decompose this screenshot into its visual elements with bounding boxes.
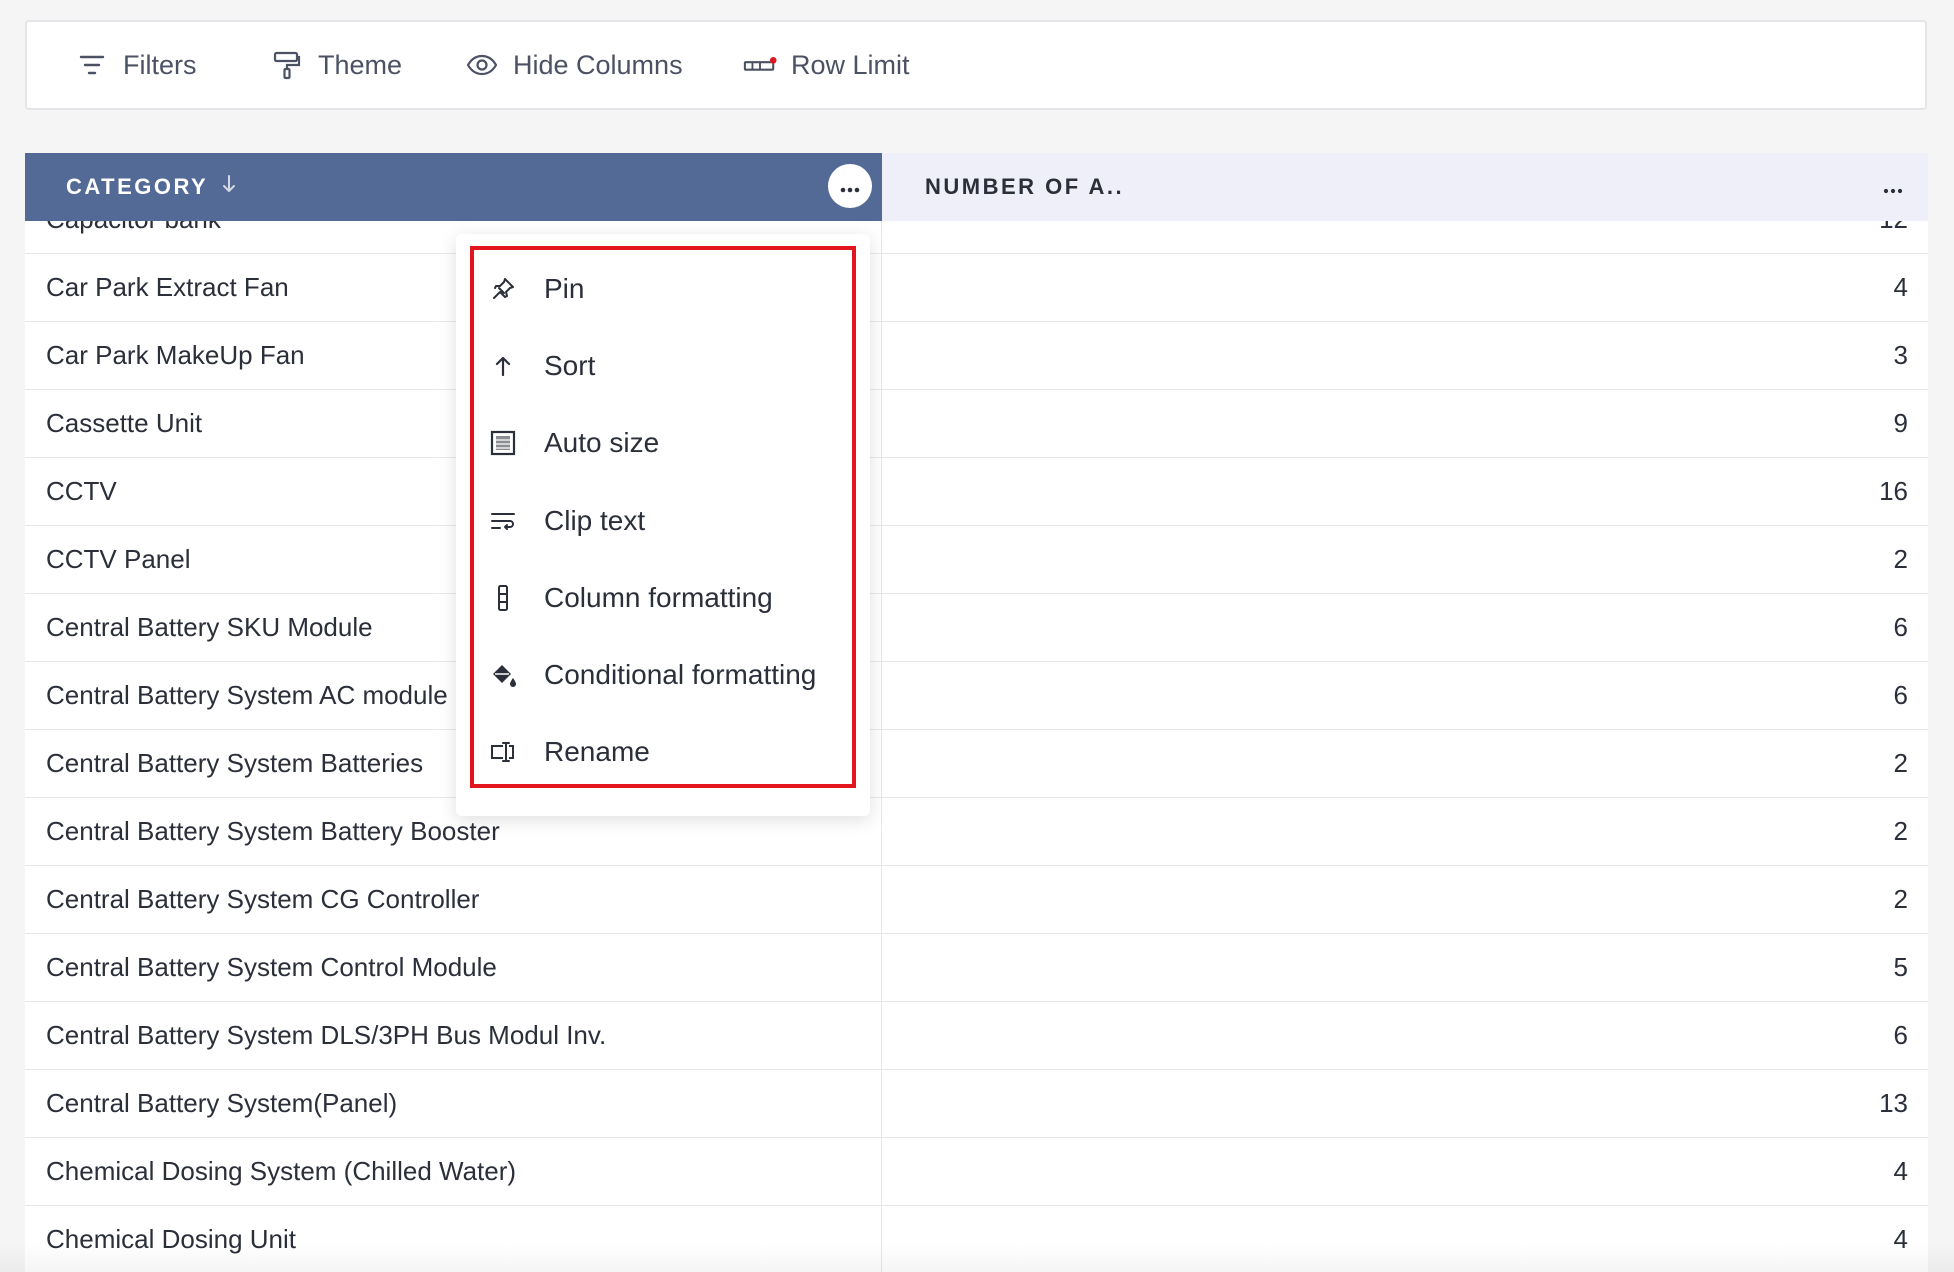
- column-header-number-label: NUMBER OF A..: [925, 174, 1125, 199]
- table-row[interactable]: Central Battery SKU Module 6: [25, 594, 1928, 662]
- column-menu-button[interactable]: [828, 164, 872, 208]
- table-row[interactable]: Car Park Extract Fan 4: [25, 254, 1928, 322]
- table-row[interactable]: Central Battery System CG Controller 2: [25, 866, 1928, 934]
- column-formatting-icon: [488, 584, 518, 612]
- eye-icon: [465, 54, 499, 76]
- category-cell: Central Battery System DLS/3PH Bus Modul…: [25, 1002, 882, 1069]
- column-context-menu: Pin Sort Auto size Clip text Column form…: [456, 234, 870, 816]
- data-grid: CATEGORY NUMBER OF A.. Capacitor bank12 …: [25, 153, 1928, 1272]
- column-header-number[interactable]: NUMBER OF A..: [882, 153, 1928, 221]
- category-cell: Central Battery System CG Controller: [25, 866, 882, 933]
- theme-button[interactable]: Theme: [270, 22, 402, 108]
- table-row[interactable]: Central Battery System AC module 6: [25, 662, 1928, 730]
- filter-icon: [75, 54, 109, 76]
- number-cell: 4: [1893, 272, 1908, 302]
- category-cell: Chemical Dosing Unit: [25, 1206, 882, 1272]
- number-cell: 6: [1893, 612, 1908, 642]
- table-row[interactable]: Chemical Dosing System (Chilled Water) 4: [25, 1138, 1928, 1206]
- number-cell: 6: [1893, 680, 1908, 710]
- table-row[interactable]: Central Battery System(Panel) 13: [25, 1070, 1928, 1138]
- table-row[interactable]: Car Park MakeUp Fan 3: [25, 322, 1928, 390]
- more-horizontal-icon: [840, 173, 860, 199]
- menu-item-rename[interactable]: Rename: [474, 714, 852, 791]
- filters-button[interactable]: Filters: [75, 22, 197, 108]
- pin-icon: [488, 276, 518, 302]
- row-limit-label: Row Limit: [791, 49, 910, 80]
- number-cell: 4: [1893, 1156, 1908, 1186]
- number-cell: 2: [1893, 544, 1908, 574]
- table-row[interactable]: CCTV 16: [25, 458, 1928, 526]
- menu-item-conditional-formatting[interactable]: Conditional formatting: [474, 636, 852, 713]
- menu-item-clip-text-label: Clip text: [544, 504, 646, 536]
- toolbar: Filters Theme Hide Columns Row Limit: [25, 20, 1927, 110]
- more-horizontal-icon: [1883, 174, 1903, 200]
- grid-header: CATEGORY NUMBER OF A..: [25, 153, 1928, 221]
- table-row[interactable]: Cassette Unit 9: [25, 390, 1928, 458]
- number-cell: 6: [1893, 1020, 1908, 1050]
- menu-item-auto-size[interactable]: Auto size: [474, 405, 852, 482]
- number-cell: 3: [1893, 340, 1908, 370]
- table-row[interactable]: Central Battery System Battery Booster 2: [25, 798, 1928, 866]
- row-limit-icon: [743, 54, 777, 76]
- menu-item-auto-size-label: Auto size: [544, 427, 660, 459]
- number-cell: 2: [1893, 884, 1908, 914]
- rename-icon: [488, 741, 518, 763]
- number-cell: 5: [1893, 952, 1908, 982]
- menu-item-sort-label: Sort: [544, 349, 596, 381]
- arrow-up-icon: [488, 354, 518, 378]
- category-cell: Central Battery System Control Module: [25, 934, 882, 1001]
- table-row[interactable]: Central Battery System Control Module 5: [25, 934, 1928, 1002]
- number-cell: 9: [1893, 408, 1908, 438]
- sort-descending-icon: [222, 174, 236, 200]
- hide-columns-label: Hide Columns: [513, 49, 683, 80]
- menu-item-conditional-formatting-label: Conditional formatting: [544, 659, 817, 691]
- number-cell: 2: [1893, 816, 1908, 846]
- filters-label: Filters: [123, 49, 197, 80]
- number-cell: 2: [1893, 748, 1908, 778]
- theme-label: Theme: [318, 49, 403, 80]
- paint-bucket-icon: [488, 662, 518, 688]
- table-row[interactable]: Chemical Dosing Unit 4: [25, 1206, 1928, 1272]
- menu-item-sort[interactable]: Sort: [474, 327, 852, 404]
- grid-rows: Capacitor bank12 Car Park Extract Fan4 C…: [25, 186, 1928, 1272]
- category-cell: Chemical Dosing System (Chilled Water): [25, 1138, 882, 1205]
- column-header-category[interactable]: CATEGORY: [25, 153, 882, 221]
- menu-list: Pin Sort Auto size Clip text Column form…: [474, 250, 852, 791]
- row-limit-button[interactable]: Row Limit: [743, 22, 910, 108]
- auto-size-icon: [488, 430, 518, 456]
- paint-roller-icon: [270, 50, 304, 80]
- hide-columns-button[interactable]: Hide Columns: [465, 22, 683, 108]
- clip-text-icon: [488, 510, 518, 532]
- menu-item-column-formatting[interactable]: Column formatting: [474, 559, 852, 636]
- number-cell: 4: [1893, 1224, 1908, 1254]
- menu-item-rename-label: Rename: [544, 736, 650, 768]
- menu-item-column-formatting-label: Column formatting: [544, 581, 773, 613]
- column-menu-button-number[interactable]: [1878, 173, 1908, 201]
- table-row[interactable]: Central Battery System DLS/3PH Bus Modul…: [25, 1002, 1928, 1070]
- menu-item-pin-label: Pin: [544, 272, 585, 304]
- column-header-category-label: CATEGORY: [66, 174, 209, 199]
- table-row[interactable]: CCTV Panel 2: [25, 526, 1928, 594]
- category-cell: Central Battery System(Panel): [25, 1070, 882, 1137]
- number-cell: 13: [1879, 1088, 1908, 1118]
- number-cell: 16: [1879, 476, 1908, 506]
- menu-item-clip-text[interactable]: Clip text: [474, 482, 852, 559]
- menu-item-pin[interactable]: Pin: [474, 250, 852, 327]
- table-row[interactable]: Central Battery System Batteries 2: [25, 730, 1928, 798]
